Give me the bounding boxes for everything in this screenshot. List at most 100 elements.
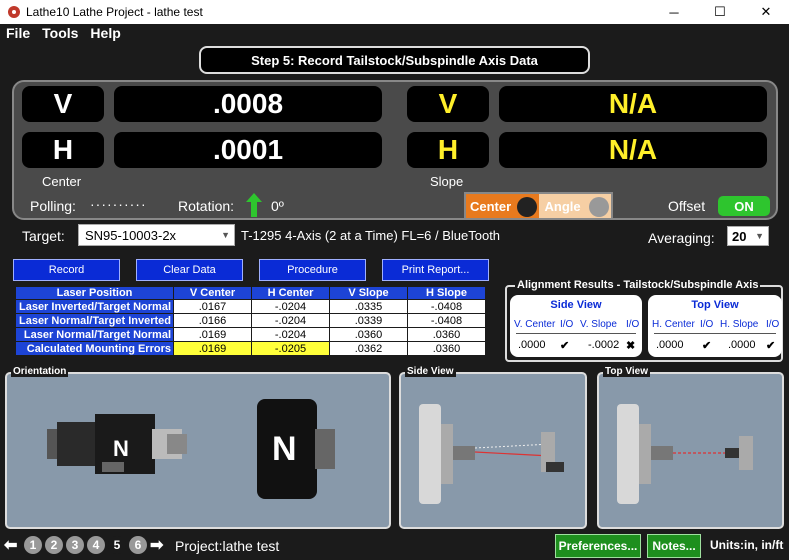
angle-toggle-option[interactable]: Angle <box>538 194 611 218</box>
chevron-down-icon: ▼ <box>221 230 230 240</box>
top-view-card: Top View H. Center I/O H. Slope I/O .000… <box>648 295 782 357</box>
table-cell: .0339 <box>329 313 408 328</box>
center-v-value: .0008 <box>114 86 382 122</box>
window-title: Lathe10 Lathe Project - lathe test <box>26 5 203 19</box>
table-cell: .0362 <box>329 341 408 356</box>
table-row-label: Laser Inverted/Target Normal <box>15 299 174 314</box>
averaging-label: Averaging: <box>648 230 715 246</box>
minimize-icon[interactable]: ─ <box>651 0 697 24</box>
target-label: Target: <box>22 228 65 244</box>
table-cell: .0169 <box>173 327 252 342</box>
offset-toggle[interactable]: ON <box>718 196 770 216</box>
data-table: Laser Position V Center H Center V Slope… <box>15 286 486 356</box>
page-5-button[interactable]: 5 <box>108 536 126 554</box>
table-cell: -.0408 <box>407 299 486 314</box>
slope-v-value: N/A <box>499 86 767 122</box>
top-h-center-value: .0000 <box>656 339 684 351</box>
table-header: Laser Position <box>15 286 174 300</box>
title-bar: Lathe10 Lathe Project - lathe test ─ ☐ ✕ <box>0 0 789 24</box>
alignment-results: Alignment Results - Tailstock/Subspindle… <box>505 279 783 362</box>
top-h-slope-value: .0000 <box>728 339 756 351</box>
page-1-button[interactable]: 1 <box>24 536 42 554</box>
app-icon <box>8 6 20 18</box>
procedure-button[interactable]: Procedure <box>259 259 366 281</box>
top-view-title: Top View <box>603 366 650 377</box>
menu-tools[interactable]: Tools <box>42 25 78 41</box>
check-icon: ✔ <box>702 340 712 352</box>
angle-toggle-label: Angle <box>544 198 581 214</box>
table-cell: -.0204 <box>251 327 330 342</box>
arrow-left-icon[interactable]: ⬅ <box>4 535 17 555</box>
target-select-value: SN95-10003-2x <box>85 227 177 243</box>
averaging-select-value: 20 <box>732 228 747 244</box>
page-2-button[interactable]: 2 <box>45 536 63 554</box>
top-io-header: I/O <box>766 319 780 330</box>
x-icon: ✖ <box>626 340 636 352</box>
slope-label: Slope <box>430 174 464 189</box>
center-toggle-option[interactable]: Center <box>466 194 539 218</box>
page-6-button[interactable]: 6 <box>129 536 147 554</box>
main-area: Step 5: Record Tailstock/Subspindle Axis… <box>0 42 789 532</box>
preferences-button[interactable]: Preferences... <box>555 534 641 558</box>
table-cell: -.0204 <box>251 313 330 328</box>
polling-label: Polling: <box>30 198 76 214</box>
slope-h-value: N/A <box>499 132 767 168</box>
menu-bar: File Tools Help <box>0 24 789 42</box>
maximize-icon[interactable]: ☐ <box>697 0 743 24</box>
step-title: Step 5: Record Tailstock/Subspindle Axis… <box>199 46 590 74</box>
table-header: H Slope <box>407 286 486 300</box>
table-cell: -.0408 <box>407 313 486 328</box>
units-label: Units:in, in/ft <box>710 538 784 552</box>
side-view-panel: Side View <box>399 366 587 529</box>
side-io-header: I/O <box>560 319 574 330</box>
side-v-center-value: .0000 <box>518 339 546 351</box>
averaging-select[interactable]: 20 ▼ <box>727 226 769 246</box>
check-icon: ✔ <box>766 340 776 352</box>
orientation-illustration <box>47 399 335 499</box>
arrow-right-icon[interactable]: ➡ <box>150 535 163 555</box>
center-knob-icon <box>516 197 537 217</box>
menu-file[interactable]: File <box>6 25 30 41</box>
top-io-header: I/O <box>700 319 714 330</box>
chevron-down-icon: ▼ <box>755 231 764 241</box>
slope-h-label: H <box>407 132 489 168</box>
angle-knob-icon <box>589 197 609 217</box>
table-cell: .0360 <box>329 327 408 342</box>
table-header-row: Laser Position V Center H Center V Slope… <box>15 286 486 300</box>
side-io-header: I/O <box>626 319 640 330</box>
offset-label: Offset <box>668 198 706 214</box>
print-report-button[interactable]: Print Report... <box>382 259 489 281</box>
table-cell: -.0204 <box>251 299 330 314</box>
side-view-illustration <box>419 404 564 504</box>
page-3-button[interactable]: 3 <box>66 536 84 554</box>
table-row: Laser Normal/Target Inverted .0166 -.020… <box>15 313 486 328</box>
close-icon[interactable]: ✕ <box>743 0 789 24</box>
top-view-panel: Top View <box>597 366 784 529</box>
target-select[interactable]: SN95-10003-2x ▼ <box>78 224 235 246</box>
menu-help[interactable]: Help <box>90 25 120 41</box>
orientation-panel: Orientation N N <box>5 366 391 529</box>
notes-button[interactable]: Notes... <box>647 534 701 558</box>
side-view-card-title: Side View <box>550 299 602 311</box>
top-view-card-title: Top View <box>691 299 739 311</box>
center-angle-toggle[interactable]: Center Angle <box>464 192 613 220</box>
page-4-button[interactable]: 4 <box>87 536 105 554</box>
rotation-arrow-icon <box>246 193 262 217</box>
top-h-slope-header: H. Slope <box>720 319 759 330</box>
orientation-title: Orientation <box>11 366 69 377</box>
table-cell: .0360 <box>407 341 486 356</box>
table-cell: .0335 <box>329 299 408 314</box>
center-h-value: .0001 <box>114 132 382 168</box>
rotation-label: Rotation: <box>178 198 235 214</box>
table-cell: .0167 <box>173 299 252 314</box>
check-icon: ✔ <box>560 340 570 352</box>
polling-indicator: ·········· <box>90 196 147 212</box>
target-description: T-1295 4-Axis (2 at a Time) FL=6 / BlueT… <box>241 228 501 243</box>
record-button[interactable]: Record <box>13 259 120 281</box>
clear-data-button[interactable]: Clear Data <box>136 259 243 281</box>
n-label-large: N <box>272 430 297 468</box>
center-v-label: V <box>22 86 104 122</box>
table-header: V Slope <box>329 286 408 300</box>
center-h-label: H <box>22 132 104 168</box>
side-view-card: Side View V. Center I/O V. Slope I/O .00… <box>510 295 642 357</box>
